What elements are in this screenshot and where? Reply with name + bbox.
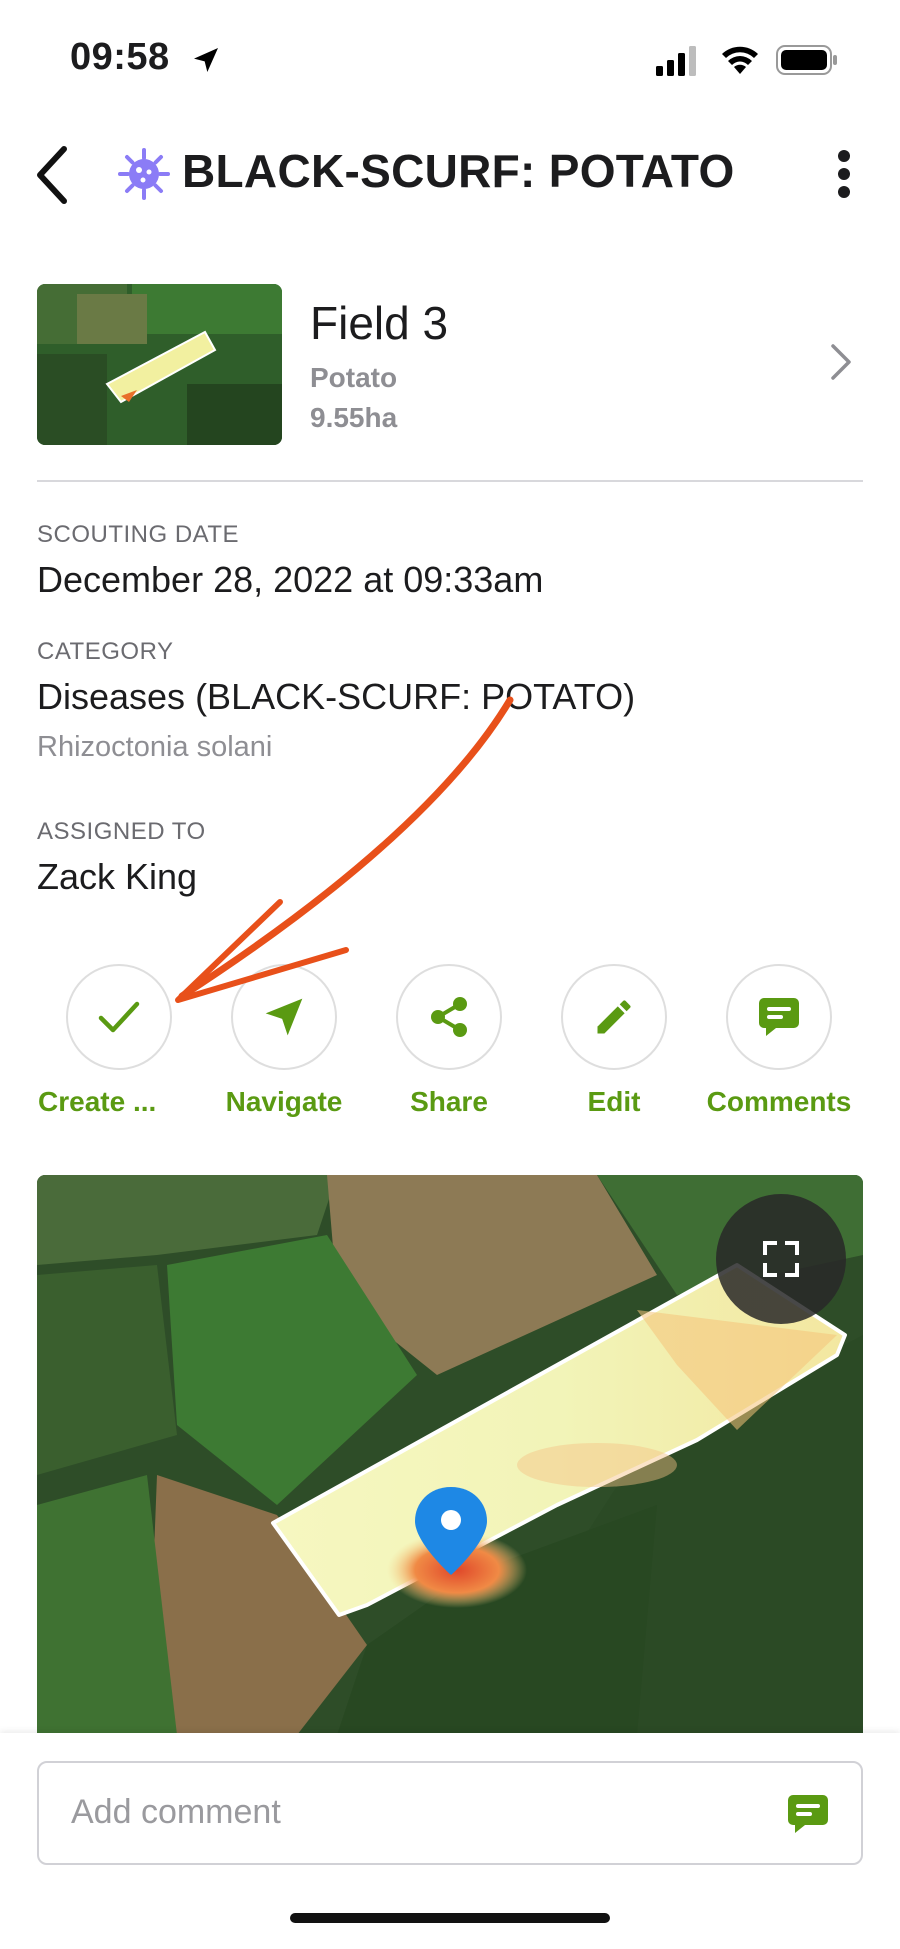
create-task-button[interactable]: Create ...: [38, 964, 198, 1124]
comments-button[interactable]: Comments: [698, 964, 858, 1124]
cellular-signal-icon: [656, 46, 696, 76]
pencil-icon: [597, 1000, 631, 1034]
action-circle: [231, 964, 337, 1070]
comment-bar: Add comment: [0, 1733, 900, 1949]
action-circle: [726, 964, 832, 1070]
field-crop: Potato: [310, 362, 398, 393]
field-card[interactable]: Field 3 Potato 9.55ha: [37, 284, 863, 446]
dot-icon: [838, 186, 850, 198]
navigate-icon: [265, 998, 303, 1036]
location-arrow-icon: [194, 48, 218, 72]
action-circle: [561, 964, 667, 1070]
fullscreen-button[interactable]: [716, 1194, 846, 1324]
action-circle: [66, 964, 172, 1070]
action-label: Comments: [706, 1086, 852, 1117]
comment-icon: [759, 998, 799, 1036]
field-thumbnail: [37, 284, 282, 445]
category-label: CATEGORY: [37, 638, 174, 665]
share-icon: [431, 997, 467, 1037]
nav-header: BLACK-SCURF: POTATO: [0, 120, 900, 230]
dot-icon: [838, 150, 850, 162]
scouting-date-label: SCOUTING DATE: [37, 521, 240, 548]
divider: [37, 480, 863, 482]
assigned-to-value: Zack King: [37, 856, 198, 897]
more-options-button[interactable]: [826, 144, 862, 204]
dot-icon: [838, 168, 850, 180]
field-name: Field 3: [310, 297, 449, 349]
field-thumbnail-image: [37, 284, 282, 445]
assigned-to-label: ASSIGNED TO: [37, 818, 206, 845]
edit-button[interactable]: Edit: [533, 964, 693, 1124]
expand-icon: [763, 1241, 799, 1277]
battery-icon: [776, 45, 837, 75]
check-icon: [98, 1001, 140, 1033]
action-circle: [396, 964, 502, 1070]
category-value: Diseases (BLACK-SCURF: POTATO): [37, 676, 636, 717]
status-time: 09:58: [70, 36, 170, 78]
page-title: BLACK-SCURF: POTATO: [182, 145, 735, 197]
comment-placeholder: Add comment: [71, 1793, 281, 1831]
action-label: Share: [410, 1086, 488, 1117]
back-button[interactable]: [26, 140, 78, 210]
category-subvalue: Rhizoctonia solani: [37, 731, 273, 763]
action-bar: Create ... Navigate Share Edit Comments: [0, 964, 900, 1124]
home-indicator[interactable]: [290, 1913, 610, 1923]
scouting-date-value: December 28, 2022 at 09:33am: [37, 559, 544, 600]
chevron-right-icon: [831, 344, 851, 380]
action-label: Navigate: [225, 1086, 343, 1117]
comment-input[interactable]: Add comment: [37, 1761, 863, 1865]
virus-icon: [118, 148, 170, 200]
share-button[interactable]: Share: [368, 964, 528, 1124]
chevron-left-icon: [37, 146, 67, 204]
field-area: 9.55ha: [310, 402, 398, 433]
status-bar: 09:58: [0, 0, 900, 120]
send-comment-icon[interactable]: [785, 1791, 831, 1837]
navigate-button[interactable]: Navigate: [203, 964, 363, 1124]
action-label: Create ...: [38, 1086, 157, 1117]
wifi-icon: [722, 46, 758, 74]
action-label: Edit: [587, 1086, 641, 1117]
